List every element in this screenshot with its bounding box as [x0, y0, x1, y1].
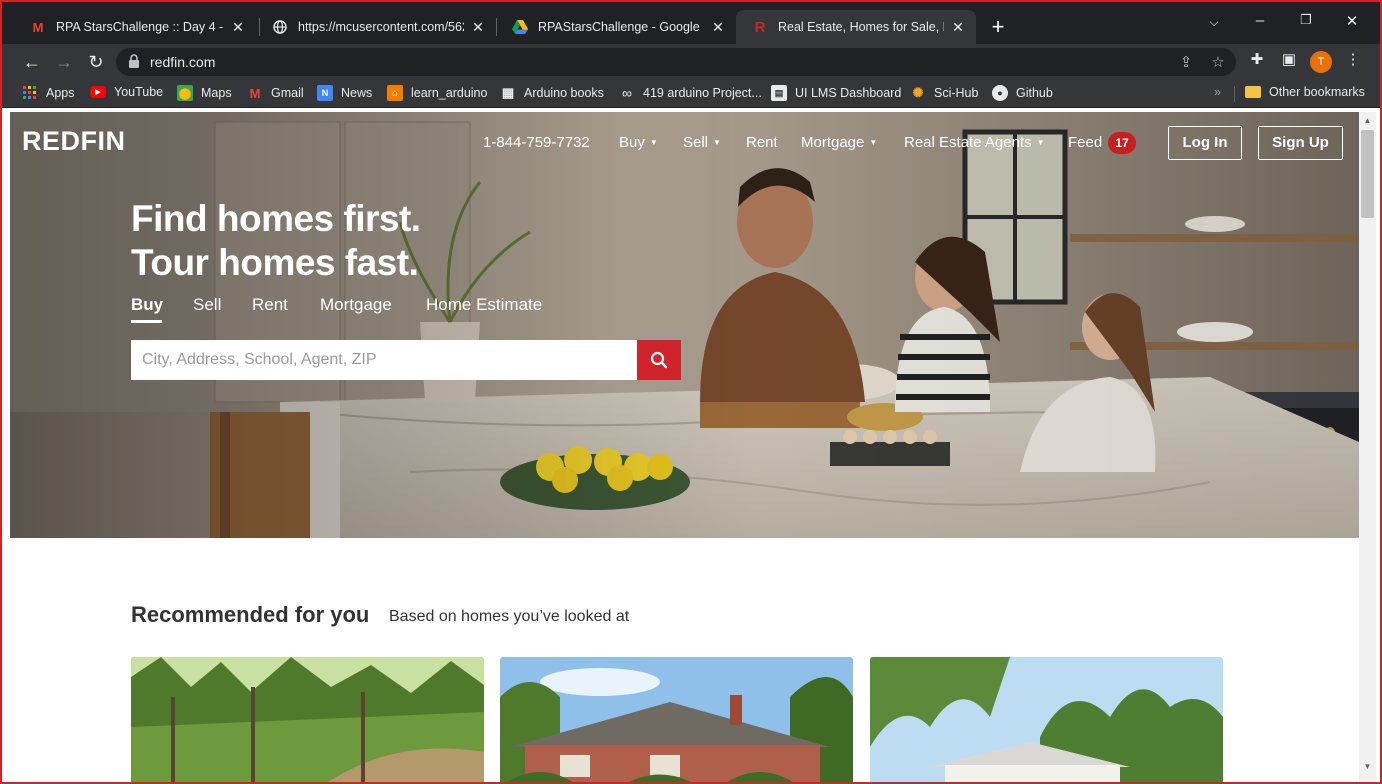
lock-icon	[129, 54, 139, 68]
redfin-icon: R	[754, 18, 766, 36]
profile-avatar[interactable]: T	[1310, 51, 1332, 73]
tab-google-drive[interactable]: RPAStarsChallenge - Google Driv ✕	[496, 10, 736, 44]
gmail-icon: M	[249, 85, 261, 101]
hero-headline-line2: Tour homes fast.	[131, 242, 419, 283]
folder-icon	[1245, 86, 1261, 98]
close-tab-icon[interactable]: ✕	[230, 19, 246, 36]
active-tab-underline	[131, 320, 162, 323]
search-icon	[650, 351, 668, 369]
globe-icon	[272, 19, 288, 35]
menu-kebab-icon[interactable]: ⋮	[1342, 50, 1364, 68]
listing-card[interactable]	[500, 657, 853, 782]
phone-number[interactable]: 1-844-759-7732	[483, 134, 590, 151]
close-tab-icon[interactable]: ✕	[710, 19, 726, 36]
minimize-button[interactable]: –	[1248, 12, 1272, 29]
forward-button[interactable]: →	[52, 50, 76, 74]
extensions-puzzle-icon[interactable]: ✚	[1246, 50, 1268, 68]
hero-section: REDFIN 1-844-759-7732 Buy ▼ Sell ▼ Rent Mo…	[10, 112, 1359, 538]
browser-window: M RPA StarsChallenge :: Day 4 - ada ✕ ht…	[0, 0, 1382, 784]
scroll-down-arrow-icon[interactable]: ▼	[1363, 762, 1372, 771]
page-viewport: REDFIN 1-844-759-7732 Buy ▼ Sell ▼ Rent Mo…	[10, 112, 1359, 782]
search-tab-rent[interactable]: Rent	[252, 295, 288, 315]
caret-down-icon: ▼	[869, 138, 878, 147]
signup-button[interactable]: Sign Up	[1258, 126, 1343, 160]
browser-toolbar: ← → ↻ redfin.com ⇪ ☆ ✚ ▣ T ⋮	[2, 44, 1380, 80]
tab-redfin[interactable]: R Real Estate, Homes for Sale, MLS ✕	[736, 10, 976, 44]
nav-sell[interactable]: Sell ▼	[683, 134, 721, 151]
page-scrollbar[interactable]: ▲ ▼	[1359, 112, 1376, 782]
back-button[interactable]: ←	[20, 50, 44, 74]
recommended-title: Recommended for you	[131, 602, 370, 627]
nav-rent[interactable]: Rent	[746, 134, 778, 151]
recommended-subtitle: Based on homes you’ve looked at	[389, 608, 630, 625]
github-icon: ●	[992, 85, 1008, 101]
url-text: redfin.com	[150, 54, 216, 70]
bookmark-star-icon[interactable]: ☆	[1208, 53, 1228, 71]
book-icon: ▦	[501, 85, 515, 100]
close-tab-icon[interactable]: ✕	[950, 19, 966, 36]
youtube-icon: ▶	[90, 86, 106, 98]
apps-grid-icon	[22, 85, 38, 101]
dashboard-icon: ▤	[771, 85, 787, 101]
bookmark-arduino-books[interactable]: ▦ Arduino books	[500, 85, 604, 101]
hero-kitchen-photo	[10, 112, 1359, 538]
side-panel-icon[interactable]: ▣	[1278, 50, 1300, 68]
search-tab-sell[interactable]: Sell	[193, 295, 221, 315]
bookmark-youtube[interactable]: ▶ YouTube	[90, 85, 163, 99]
restore-button[interactable]: ❐	[1294, 12, 1318, 28]
hero-headline-line1: Find homes first.	[131, 198, 421, 239]
tab-strip: M RPA StarsChallenge :: Day 4 - ada ✕ ht…	[2, 2, 1380, 44]
login-button[interactable]: Log In	[1168, 126, 1242, 160]
nav-buy[interactable]: Buy ▼	[619, 134, 658, 151]
news-icon: N	[317, 85, 333, 101]
bookmark-maps[interactable]: ⬤ Maps	[177, 85, 232, 101]
search-tab-home-estimate[interactable]: Home Estimate	[426, 295, 542, 315]
bookmark-other[interactable]: Other bookmarks	[1245, 85, 1365, 99]
arduino-icon: ⌂	[387, 85, 403, 101]
listing-photo	[131, 657, 484, 782]
reload-button[interactable]: ↻	[84, 50, 108, 74]
nav-real-estate-agents[interactable]: Real Estate Agents ▼	[904, 134, 1045, 151]
bookmark-news[interactable]: N News	[317, 85, 372, 101]
bookmark-github[interactable]: ● Github	[992, 85, 1053, 101]
bookmark-gmail[interactable]: M Gmail	[247, 85, 304, 101]
search-tab-buy[interactable]: Buy	[131, 295, 163, 315]
redfin-logo[interactable]: REDFIN	[22, 126, 126, 157]
scroll-up-arrow-icon[interactable]: ▲	[1363, 116, 1372, 125]
bookmark-apps[interactable]: Apps	[22, 85, 75, 101]
new-tab-button[interactable]: +	[986, 14, 1010, 40]
bookmarks-bar: Apps ▶ YouTube ⬤ Maps M Gmail N News ⌂ l…	[2, 80, 1380, 108]
google-drive-icon	[512, 19, 528, 35]
nav-mortgage[interactable]: Mortgage ▼	[801, 134, 877, 151]
caret-down-icon: ▼	[713, 138, 721, 147]
search-button[interactable]	[637, 340, 681, 380]
listing-photo	[870, 657, 1223, 782]
listing-photo	[500, 657, 853, 782]
bookmarks-overflow-icon[interactable]: »	[1214, 85, 1221, 99]
scihub-icon: ✺	[912, 85, 924, 100]
tab-mcusercontent[interactable]: https://mcusercontent.com/5627 ✕	[256, 10, 496, 44]
feed-count-badge: 17	[1108, 132, 1136, 154]
close-tab-icon[interactable]: ✕	[470, 19, 486, 36]
nav-feed[interactable]: Feed	[1068, 134, 1102, 151]
tab-rpa-challenge[interactable]: M RPA StarsChallenge :: Day 4 - ada ✕	[14, 10, 256, 44]
gmail-icon: M	[32, 19, 44, 35]
bookmark-ui-lms[interactable]: ▤ UI LMS Dashboard	[771, 85, 901, 101]
caret-down-icon: ▼	[649, 138, 658, 147]
bookmark-419-arduino[interactable]: ∞ 419 arduino Project...	[619, 85, 762, 101]
listing-card[interactable]	[870, 657, 1223, 782]
tab-search-chevron-icon[interactable]: ⌵	[1202, 15, 1226, 30]
search-tab-mortgage[interactable]: Mortgage	[320, 295, 392, 315]
infinity-icon: ∞	[622, 85, 632, 101]
bookmark-sci-hub[interactable]: ✺ Sci-Hub	[910, 85, 979, 101]
address-bar[interactable]: redfin.com ⇪ ☆	[116, 48, 1236, 76]
caret-down-icon: ▼	[1036, 138, 1045, 147]
search-input[interactable]	[131, 340, 637, 380]
bookmark-learn-arduino[interactable]: ⌂ learn_arduino	[387, 85, 487, 101]
close-window-button[interactable]: ✕	[1340, 12, 1364, 30]
share-icon[interactable]: ⇪	[1176, 53, 1196, 71]
maps-icon: ⬤	[177, 85, 193, 101]
scrollbar-thumb[interactable]	[1361, 130, 1374, 218]
listing-card[interactable]	[131, 657, 484, 782]
